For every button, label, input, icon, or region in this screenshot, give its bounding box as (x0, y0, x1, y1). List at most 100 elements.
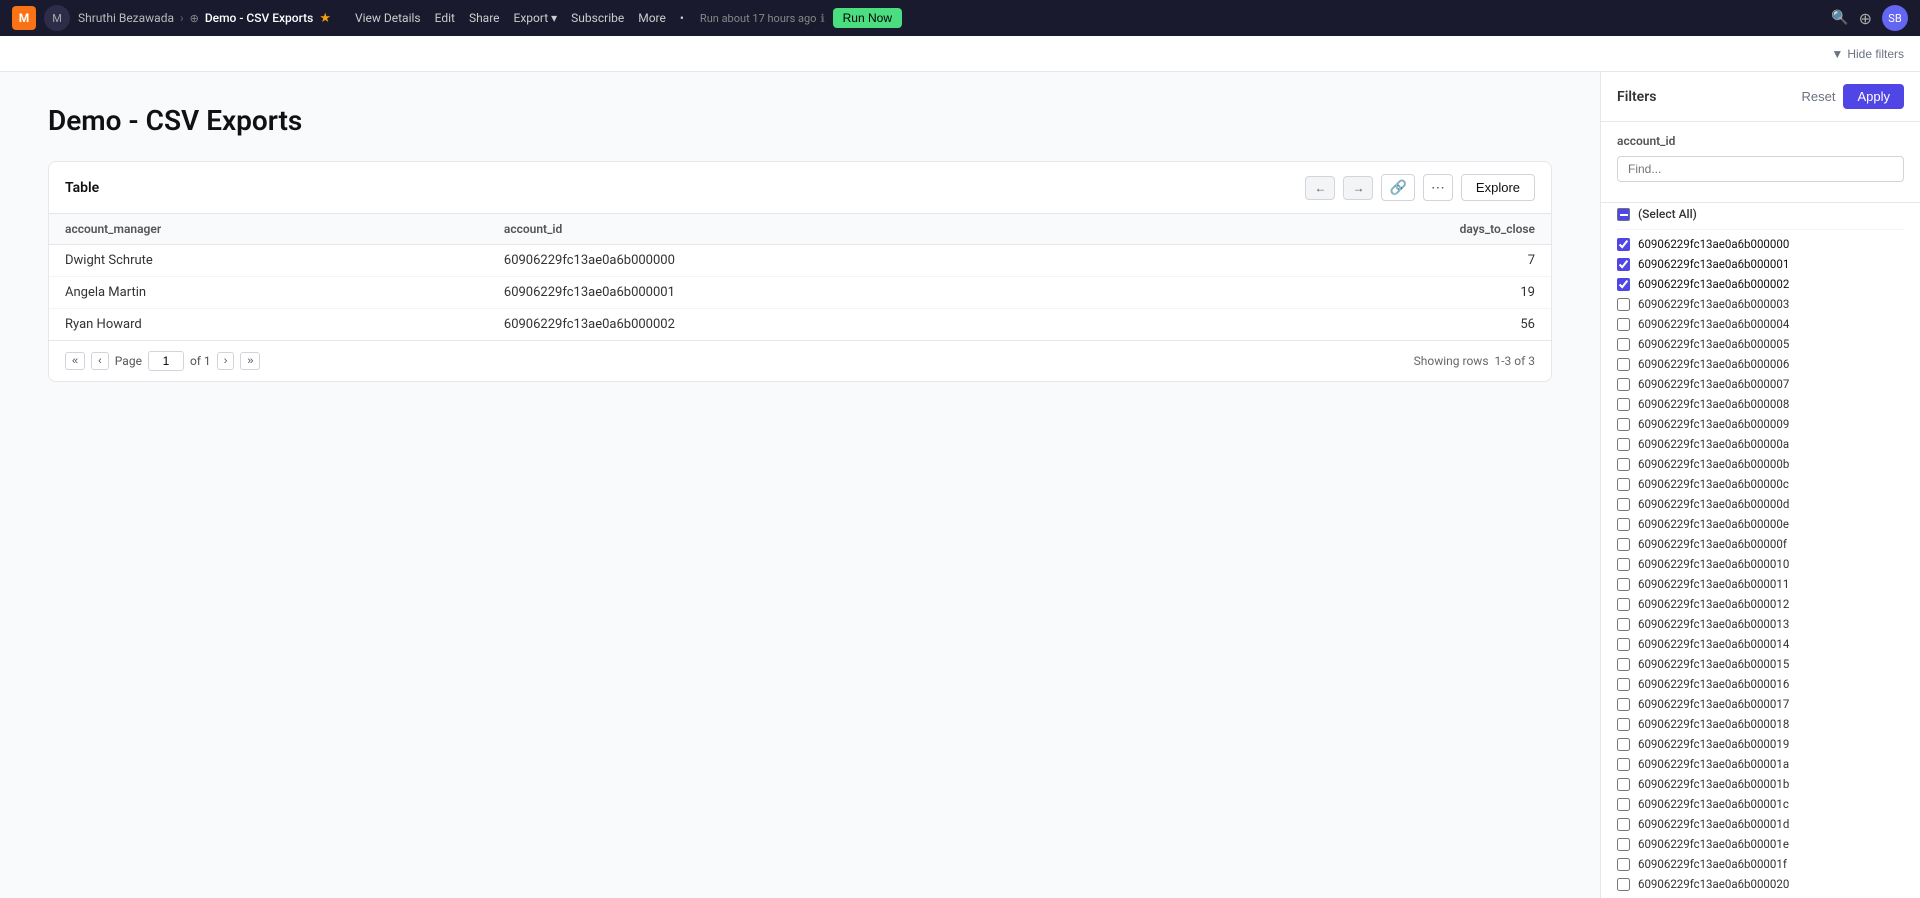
filter-checkbox[interactable] (1617, 678, 1630, 691)
filter-checkbox[interactable] (1617, 398, 1630, 411)
project-name[interactable]: Demo - CSV Exports (205, 11, 313, 25)
subscribe-link[interactable]: Subscribe (571, 11, 624, 25)
run-now-button[interactable]: Run Now (833, 8, 902, 28)
filter-item[interactable]: 60906229fc13ae0a6b000017 (1617, 694, 1904, 714)
filter-checkbox[interactable] (1617, 738, 1630, 751)
filter-checkbox[interactable] (1617, 718, 1630, 731)
filter-item[interactable]: 60906229fc13ae0a6b00000a (1617, 434, 1904, 454)
filter-select-all[interactable]: (Select All) (1617, 203, 1904, 230)
search-icon[interactable]: 🔍 (1831, 10, 1848, 26)
first-page-button[interactable]: « (65, 352, 85, 370)
filter-checkbox[interactable] (1617, 318, 1630, 331)
page-number-input[interactable] (148, 351, 184, 371)
explore-button[interactable]: Explore (1461, 174, 1535, 201)
filter-checkbox[interactable] (1617, 338, 1630, 351)
filter-checkbox[interactable] (1617, 698, 1630, 711)
filter-checkbox[interactable] (1617, 578, 1630, 591)
star-icon[interactable]: ★ (319, 11, 331, 26)
filter-item[interactable]: 60906229fc13ae0a6b00000c (1617, 474, 1904, 494)
filter-item[interactable]: 60906229fc13ae0a6b000006 (1617, 354, 1904, 374)
share-link[interactable]: Share (469, 11, 500, 25)
filter-checkbox[interactable] (1617, 238, 1630, 251)
link-icon-button[interactable]: 🔗 (1381, 174, 1414, 201)
filter-item[interactable]: 60906229fc13ae0a6b00000b (1617, 454, 1904, 474)
filter-checkbox[interactable] (1617, 438, 1630, 451)
avatar[interactable]: SB (1882, 5, 1908, 31)
filter-checkbox[interactable] (1617, 478, 1630, 491)
filter-item[interactable]: 60906229fc13ae0a6b000009 (1617, 414, 1904, 434)
filter-checkbox[interactable] (1617, 818, 1630, 831)
filter-item[interactable]: 60906229fc13ae0a6b000016 (1617, 674, 1904, 694)
next-page-btn[interactable]: › (217, 352, 235, 370)
filter-search-input[interactable] (1617, 156, 1904, 182)
more-options-button[interactable]: ⋯ (1423, 174, 1453, 201)
filter-item[interactable]: 60906229fc13ae0a6b000020 (1617, 874, 1904, 894)
prev-page-button[interactable]: ← (1305, 176, 1335, 200)
filter-value: 60906229fc13ae0a6b000009 (1638, 417, 1789, 431)
filter-checkbox[interactable] (1617, 538, 1630, 551)
filter-item[interactable]: 60906229fc13ae0a6b00001e (1617, 834, 1904, 854)
filter-checkbox[interactable] (1617, 758, 1630, 771)
filter-checkbox[interactable] (1617, 298, 1630, 311)
filter-checkbox[interactable] (1617, 858, 1630, 871)
add-icon[interactable]: ⊕ (1859, 9, 1872, 28)
filter-checkbox[interactable] (1617, 518, 1630, 531)
filter-checkbox[interactable] (1617, 618, 1630, 631)
filter-checkbox[interactable] (1617, 458, 1630, 471)
filter-checkbox[interactable] (1617, 258, 1630, 271)
filter-checkbox[interactable] (1617, 878, 1630, 891)
filter-item[interactable]: 60906229fc13ae0a6b000012 (1617, 594, 1904, 614)
filter-checkbox[interactable] (1617, 378, 1630, 391)
filter-item[interactable]: 60906229fc13ae0a6b000003 (1617, 294, 1904, 314)
filter-checkbox[interactable] (1617, 558, 1630, 571)
user-name[interactable]: Shruthi Bezawada (78, 11, 174, 25)
apply-button[interactable]: Apply (1843, 84, 1904, 109)
filter-checkbox[interactable] (1617, 278, 1630, 291)
filter-item[interactable]: 60906229fc13ae0a6b000010 (1617, 554, 1904, 574)
edit-link[interactable]: Edit (435, 11, 455, 25)
export-link[interactable]: Export ▾ (514, 11, 558, 25)
filter-item[interactable]: 60906229fc13ae0a6b000011 (1617, 574, 1904, 594)
filter-item[interactable]: 60906229fc13ae0a6b000015 (1617, 654, 1904, 674)
filter-item[interactable]: 60906229fc13ae0a6b000018 (1617, 714, 1904, 734)
last-page-button[interactable]: » (240, 352, 260, 370)
filter-checkbox[interactable] (1617, 658, 1630, 671)
filter-item[interactable]: 60906229fc13ae0a6b00000d (1617, 494, 1904, 514)
filter-item[interactable]: 60906229fc13ae0a6b000001 (1617, 254, 1904, 274)
filter-item[interactable]: 60906229fc13ae0a6b000014 (1617, 634, 1904, 654)
filter-item[interactable]: 60906229fc13ae0a6b000005 (1617, 334, 1904, 354)
filter-item[interactable]: 60906229fc13ae0a6b000004 (1617, 314, 1904, 334)
col-account-manager: account_manager (49, 214, 488, 245)
filter-item[interactable]: 60906229fc13ae0a6b000021 (1617, 894, 1904, 898)
filter-item[interactable]: 60906229fc13ae0a6b000013 (1617, 614, 1904, 634)
filter-checkbox[interactable] (1617, 598, 1630, 611)
next-page-button[interactable]: → (1343, 176, 1373, 200)
filter-checkbox[interactable] (1617, 638, 1630, 651)
filter-item[interactable]: 60906229fc13ae0a6b00000e (1617, 514, 1904, 534)
filter-item[interactable]: 60906229fc13ae0a6b00001a (1617, 754, 1904, 774)
filter-checkbox[interactable] (1617, 778, 1630, 791)
filter-checkbox[interactable] (1617, 358, 1630, 371)
filter-item[interactable]: 60906229fc13ae0a6b000019 (1617, 734, 1904, 754)
more-link[interactable]: More (638, 11, 666, 25)
filter-checkbox[interactable] (1617, 418, 1630, 431)
filter-item[interactable]: 60906229fc13ae0a6b00001d (1617, 814, 1904, 834)
filter-item[interactable]: 60906229fc13ae0a6b000007 (1617, 374, 1904, 394)
view-details-link[interactable]: View Details (355, 11, 421, 25)
filter-checkbox[interactable] (1617, 498, 1630, 511)
select-all-checkbox-indeterminate[interactable] (1617, 208, 1630, 221)
filter-item[interactable]: 60906229fc13ae0a6b000000 (1617, 234, 1904, 254)
filter-checkbox[interactable] (1617, 838, 1630, 851)
filter-item[interactable]: 60906229fc13ae0a6b000008 (1617, 394, 1904, 414)
filter-item[interactable]: 60906229fc13ae0a6b00001c (1617, 794, 1904, 814)
filter-item[interactable]: 60906229fc13ae0a6b00001f (1617, 854, 1904, 874)
reset-button[interactable]: Reset (1802, 89, 1836, 104)
prev-page-btn[interactable]: ‹ (91, 352, 109, 370)
filter-item[interactable]: 60906229fc13ae0a6b000002 (1617, 274, 1904, 294)
filter-account-id-section: account_id (1601, 122, 1920, 203)
filter-checkbox[interactable] (1617, 798, 1630, 811)
filter-value: 60906229fc13ae0a6b000019 (1638, 737, 1789, 751)
filter-item[interactable]: 60906229fc13ae0a6b00000f (1617, 534, 1904, 554)
filter-item[interactable]: 60906229fc13ae0a6b00001b (1617, 774, 1904, 794)
hide-filters-button[interactable]: ▼ Hide filters (1831, 47, 1904, 61)
